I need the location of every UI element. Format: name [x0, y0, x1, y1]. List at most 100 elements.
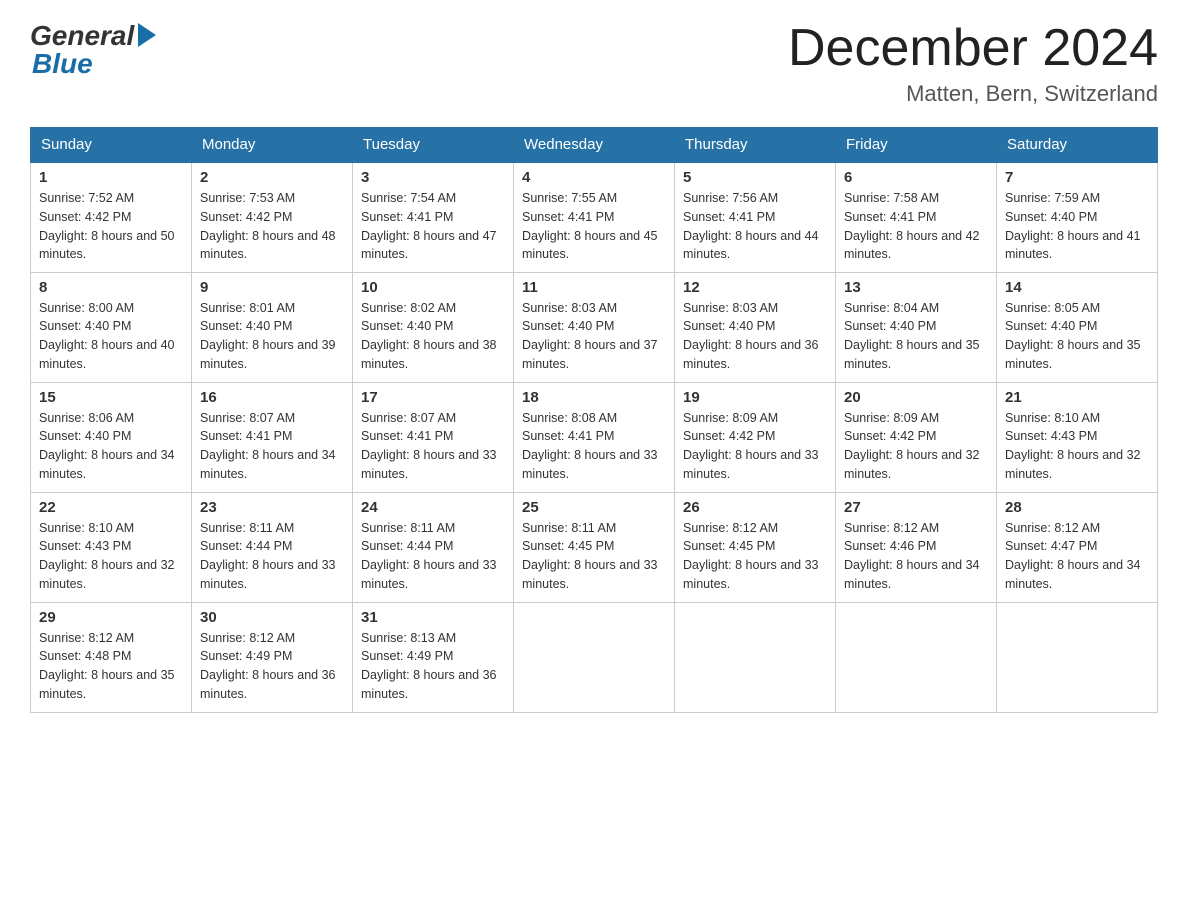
calendar-cell: 13 Sunrise: 8:04 AMSunset: 4:40 PMDayligh… — [836, 272, 997, 382]
calendar-cell: 1Sunrise: 7:52 AMSunset: 4:42 PMDaylight… — [31, 162, 192, 272]
calendar-cell: 3 Sunrise: 7:54 AMSunset: 4:41 PMDaylight… — [353, 162, 514, 272]
calendar-table: SundayMondayTuesdayWednesdayThursdayFrid… — [30, 127, 1158, 713]
calendar-cell: 19Sunrise: 8:09 AMSunset: 4:42 PMDayligh… — [675, 382, 836, 492]
day-info: Sunrise: 8:06 AMSunset: 4:40 PMDaylight:… — [39, 411, 175, 481]
day-number: 18 — [522, 389, 666, 406]
calendar-cell — [997, 602, 1158, 712]
calendar-week-row: 22 Sunrise: 8:10 AMSunset: 4:43 PMDayligh… — [31, 492, 1158, 602]
day-info: Sunrise: 8:12 AMSunset: 4:48 PMDaylight:… — [39, 631, 175, 701]
day-number: 11 — [522, 279, 666, 296]
calendar-cell: 12 Sunrise: 8:03 AMSunset: 4:40 PMDayligh… — [675, 272, 836, 382]
day-info: Sunrise: 8:10 AMSunset: 4:43 PMDaylight:… — [39, 521, 175, 591]
day-number: 10 — [361, 279, 505, 296]
day-info: Sunrise: 7:56 AMSunset: 4:41 PMDaylight:… — [683, 191, 819, 261]
day-number: 7 — [1005, 169, 1149, 186]
calendar-cell: 30 Sunrise: 8:12 AMSunset: 4:49 PMDayligh… — [192, 602, 353, 712]
day-info: Sunrise: 7:55 AMSunset: 4:41 PMDaylight:… — [522, 191, 658, 261]
calendar-cell — [836, 602, 997, 712]
day-number: 13 — [844, 279, 988, 296]
day-number: 28 — [1005, 499, 1149, 516]
day-info: Sunrise: 8:05 AMSunset: 4:40 PMDaylight:… — [1005, 301, 1141, 371]
day-info: Sunrise: 7:53 AMSunset: 4:42 PMDaylight:… — [200, 191, 336, 261]
calendar-cell: 29Sunrise: 8:12 AMSunset: 4:48 PMDayligh… — [31, 602, 192, 712]
day-number: 4 — [522, 169, 666, 186]
title-section: December 2024 Matten, Bern, Switzerland — [788, 20, 1158, 107]
calendar-week-row: 15 Sunrise: 8:06 AMSunset: 4:40 PMDayligh… — [31, 382, 1158, 492]
day-info: Sunrise: 8:12 AMSunset: 4:46 PMDaylight:… — [844, 521, 980, 591]
day-number: 21 — [1005, 389, 1149, 406]
day-number: 2 — [200, 169, 344, 186]
day-info: Sunrise: 8:11 AMSunset: 4:44 PMDaylight:… — [361, 521, 497, 591]
day-number: 3 — [361, 169, 505, 186]
calendar-cell — [514, 602, 675, 712]
month-title: December 2024 — [788, 20, 1158, 77]
day-info: Sunrise: 8:07 AMSunset: 4:41 PMDaylight:… — [200, 411, 336, 481]
col-header-monday: Monday — [192, 128, 353, 163]
day-info: Sunrise: 8:07 AMSunset: 4:41 PMDaylight:… — [361, 411, 497, 481]
calendar-cell: 2 Sunrise: 7:53 AMSunset: 4:42 PMDaylight… — [192, 162, 353, 272]
day-number: 9 — [200, 279, 344, 296]
day-info: Sunrise: 8:12 AMSunset: 4:49 PMDaylight:… — [200, 631, 336, 701]
calendar-cell: 22 Sunrise: 8:10 AMSunset: 4:43 PMDayligh… — [31, 492, 192, 602]
day-info: Sunrise: 7:54 AMSunset: 4:41 PMDaylight:… — [361, 191, 497, 261]
day-number: 20 — [844, 389, 988, 406]
calendar-cell: 26 Sunrise: 8:12 AMSunset: 4:45 PMDayligh… — [675, 492, 836, 602]
col-header-sunday: Sunday — [31, 128, 192, 163]
calendar-cell: 14 Sunrise: 8:05 AMSunset: 4:40 PMDayligh… — [997, 272, 1158, 382]
logo-blue-text: Blue — [32, 48, 93, 80]
calendar-cell: 7 Sunrise: 7:59 AMSunset: 4:40 PMDaylight… — [997, 162, 1158, 272]
calendar-cell: 18Sunrise: 8:08 AMSunset: 4:41 PMDayligh… — [514, 382, 675, 492]
day-number: 15 — [39, 389, 183, 406]
day-number: 26 — [683, 499, 827, 516]
day-info: Sunrise: 7:58 AMSunset: 4:41 PMDaylight:… — [844, 191, 980, 261]
calendar-cell: 27 Sunrise: 8:12 AMSunset: 4:46 PMDayligh… — [836, 492, 997, 602]
col-header-friday: Friday — [836, 128, 997, 163]
calendar-cell: 31 Sunrise: 8:13 AMSunset: 4:49 PMDayligh… — [353, 602, 514, 712]
calendar-cell: 17Sunrise: 8:07 AMSunset: 4:41 PMDayligh… — [353, 382, 514, 492]
day-info: Sunrise: 8:11 AMSunset: 4:45 PMDaylight:… — [522, 521, 658, 591]
calendar-cell: 11 Sunrise: 8:03 AMSunset: 4:40 PMDayligh… — [514, 272, 675, 382]
calendar-week-row: 8Sunrise: 8:00 AMSunset: 4:40 PMDaylight… — [31, 272, 1158, 382]
day-info: Sunrise: 8:09 AMSunset: 4:42 PMDaylight:… — [683, 411, 819, 481]
day-number: 23 — [200, 499, 344, 516]
day-info: Sunrise: 8:03 AMSunset: 4:40 PMDaylight:… — [522, 301, 658, 371]
calendar-cell: 25Sunrise: 8:11 AMSunset: 4:45 PMDayligh… — [514, 492, 675, 602]
day-info: Sunrise: 8:11 AMSunset: 4:44 PMDaylight:… — [200, 521, 336, 591]
calendar-cell: 10 Sunrise: 8:02 AMSunset: 4:40 PMDayligh… — [353, 272, 514, 382]
logo: General Blue — [30, 20, 156, 80]
day-number: 27 — [844, 499, 988, 516]
day-number: 30 — [200, 609, 344, 626]
calendar-cell: 15 Sunrise: 8:06 AMSunset: 4:40 PMDayligh… — [31, 382, 192, 492]
calendar-cell: 28 Sunrise: 8:12 AMSunset: 4:47 PMDayligh… — [997, 492, 1158, 602]
calendar-cell: 4 Sunrise: 7:55 AMSunset: 4:41 PMDaylight… — [514, 162, 675, 272]
logo-arrow-icon — [138, 23, 156, 47]
calendar-cell: 5 Sunrise: 7:56 AMSunset: 4:41 PMDaylight… — [675, 162, 836, 272]
day-number: 5 — [683, 169, 827, 186]
calendar-cell: 16Sunrise: 8:07 AMSunset: 4:41 PMDayligh… — [192, 382, 353, 492]
day-info: Sunrise: 8:03 AMSunset: 4:40 PMDaylight:… — [683, 301, 819, 371]
day-info: Sunrise: 8:13 AMSunset: 4:49 PMDaylight:… — [361, 631, 497, 701]
col-header-thursday: Thursday — [675, 128, 836, 163]
day-info: Sunrise: 8:12 AMSunset: 4:47 PMDaylight:… — [1005, 521, 1141, 591]
calendar-cell — [675, 602, 836, 712]
calendar-week-row: 29Sunrise: 8:12 AMSunset: 4:48 PMDayligh… — [31, 602, 1158, 712]
day-number: 12 — [683, 279, 827, 296]
day-info: Sunrise: 7:59 AMSunset: 4:40 PMDaylight:… — [1005, 191, 1141, 261]
day-info: Sunrise: 8:01 AMSunset: 4:40 PMDaylight:… — [200, 301, 336, 371]
calendar-cell: 20Sunrise: 8:09 AMSunset: 4:42 PMDayligh… — [836, 382, 997, 492]
day-number: 22 — [39, 499, 183, 516]
day-number: 24 — [361, 499, 505, 516]
day-number: 31 — [361, 609, 505, 626]
day-info: Sunrise: 8:02 AMSunset: 4:40 PMDaylight:… — [361, 301, 497, 371]
day-number: 6 — [844, 169, 988, 186]
day-info: Sunrise: 8:12 AMSunset: 4:45 PMDaylight:… — [683, 521, 819, 591]
col-header-tuesday: Tuesday — [353, 128, 514, 163]
day-info: Sunrise: 8:00 AMSunset: 4:40 PMDaylight:… — [39, 301, 175, 371]
day-info: Sunrise: 8:10 AMSunset: 4:43 PMDaylight:… — [1005, 411, 1141, 481]
day-info: Sunrise: 8:04 AMSunset: 4:40 PMDaylight:… — [844, 301, 980, 371]
col-header-wednesday: Wednesday — [514, 128, 675, 163]
location-text: Matten, Bern, Switzerland — [788, 81, 1158, 107]
calendar-cell: 23 Sunrise: 8:11 AMSunset: 4:44 PMDayligh… — [192, 492, 353, 602]
calendar-cell: 9 Sunrise: 8:01 AMSunset: 4:40 PMDaylight… — [192, 272, 353, 382]
day-number: 14 — [1005, 279, 1149, 296]
